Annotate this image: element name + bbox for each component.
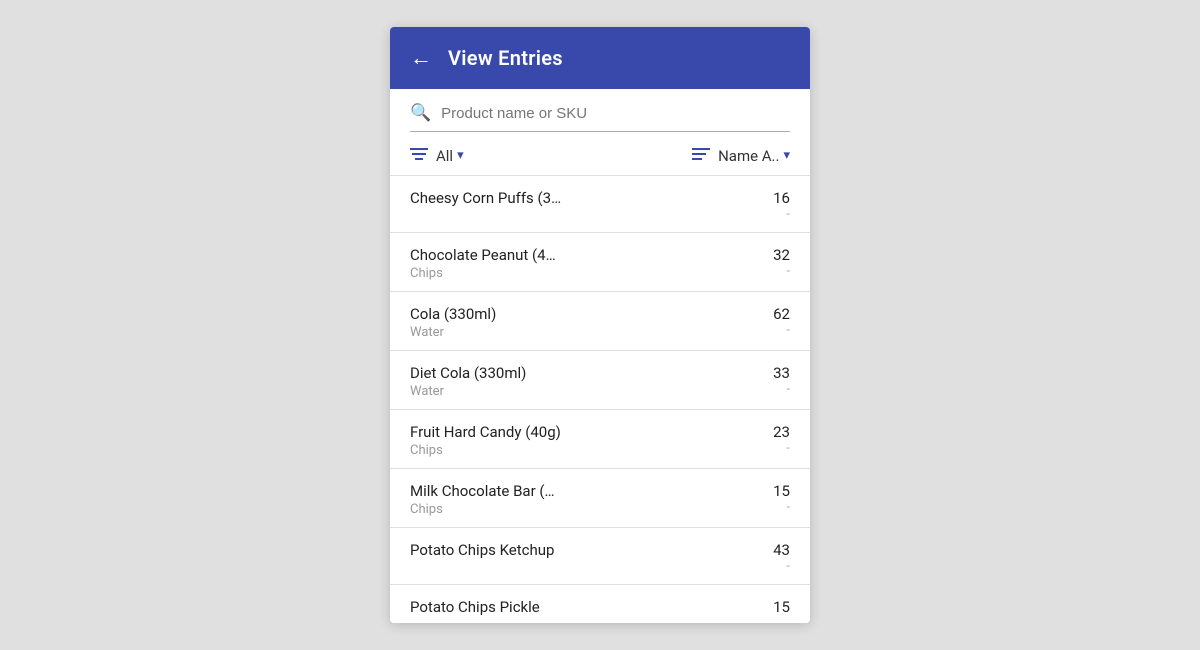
search-icon: 🔍 [410,103,431,123]
product-info: Diet Cola (330ml) Water [410,364,526,399]
search-section: 🔍 All ▾ [390,89,810,175]
product-dash: - [786,264,790,279]
sort-icon [692,146,710,165]
product-count-col: 16 - [754,189,790,222]
header: ← View Entries [390,27,810,89]
product-count-col: 15 - [754,482,790,515]
product-dash: - [786,441,790,456]
product-count: 32 [773,246,790,264]
product-dash: - [786,207,790,222]
list-item[interactable]: Chocolate Peanut (4… Chips 32 - [390,233,810,292]
product-name: Fruit Hard Candy (40g) [410,423,561,441]
product-dash: - [786,500,790,515]
search-input[interactable] [441,105,790,122]
list-item[interactable]: Cola (330ml) Water 62 - [390,292,810,351]
product-count: 16 [773,189,790,207]
product-count-col: 15 [754,598,790,616]
product-category: Water [410,325,496,340]
product-name: Chocolate Peanut (4… [410,246,556,264]
filter-dropdown[interactable]: All ▾ [436,147,464,165]
product-count: 62 [773,305,790,323]
product-name: Potato Chips Ketchup [410,541,554,559]
product-count: 43 [773,541,790,559]
product-info: Cheesy Corn Puffs (3… [410,189,561,207]
filter-chevron-icon: ▾ [457,148,464,163]
product-count-col: 33 - [754,364,790,397]
product-count: 15 [773,482,790,500]
sort-chevron-icon: ▾ [783,148,790,163]
search-bar: 🔍 [410,103,790,132]
product-name: Milk Chocolate Bar (… [410,482,555,500]
product-count: 15 [773,598,790,616]
filter-icon [410,146,428,165]
app-container: ← View Entries 🔍 All ▾ [390,27,810,623]
product-info: Milk Chocolate Bar (… Chips [410,482,555,517]
product-category: Chips [410,443,561,458]
list-item[interactable]: Milk Chocolate Bar (… Chips 15 - [390,469,810,528]
page-title: View Entries [448,46,563,70]
product-name: Cola (330ml) [410,305,496,323]
list-item[interactable]: Cheesy Corn Puffs (3… 16 - [390,176,810,233]
product-dash: - [786,382,790,397]
sort-dropdown[interactable]: Name A.. ▾ [718,147,790,165]
product-info: Chocolate Peanut (4… Chips [410,246,556,281]
list-item[interactable]: Diet Cola (330ml) Water 33 - [390,351,810,410]
list-item[interactable]: Potato Chips Ketchup 43 - [390,528,810,585]
product-count-col: 43 - [754,541,790,574]
product-count-col: 23 - [754,423,790,456]
product-info: Potato Chips Pickle [410,598,540,616]
back-button[interactable]: ← [410,45,432,71]
filter-row: All ▾ Name A.. ▾ [410,146,790,175]
list-item[interactable]: Fruit Hard Candy (40g) Chips 23 - [390,410,810,469]
product-dash: - [786,323,790,338]
product-category: Water [410,384,526,399]
product-category: Chips [410,266,556,281]
product-info: Fruit Hard Candy (40g) Chips [410,423,561,458]
product-name: Diet Cola (330ml) [410,364,526,382]
product-name: Potato Chips Pickle [410,598,540,616]
filter-label: All [436,147,453,165]
product-count-col: 32 - [754,246,790,279]
product-count: 23 [773,423,790,441]
product-category: Chips [410,502,555,517]
product-name: Cheesy Corn Puffs (3… [410,189,561,207]
product-count-col: 62 - [754,305,790,338]
list-item[interactable]: Potato Chips Pickle 15 [390,585,810,623]
product-list: Cheesy Corn Puffs (3… 16 - Chocolate Pea… [390,175,810,623]
product-count: 33 [773,364,790,382]
product-info: Potato Chips Ketchup [410,541,554,559]
product-info: Cola (330ml) Water [410,305,496,340]
sort-label: Name A.. [718,147,779,165]
product-dash: - [786,559,790,574]
